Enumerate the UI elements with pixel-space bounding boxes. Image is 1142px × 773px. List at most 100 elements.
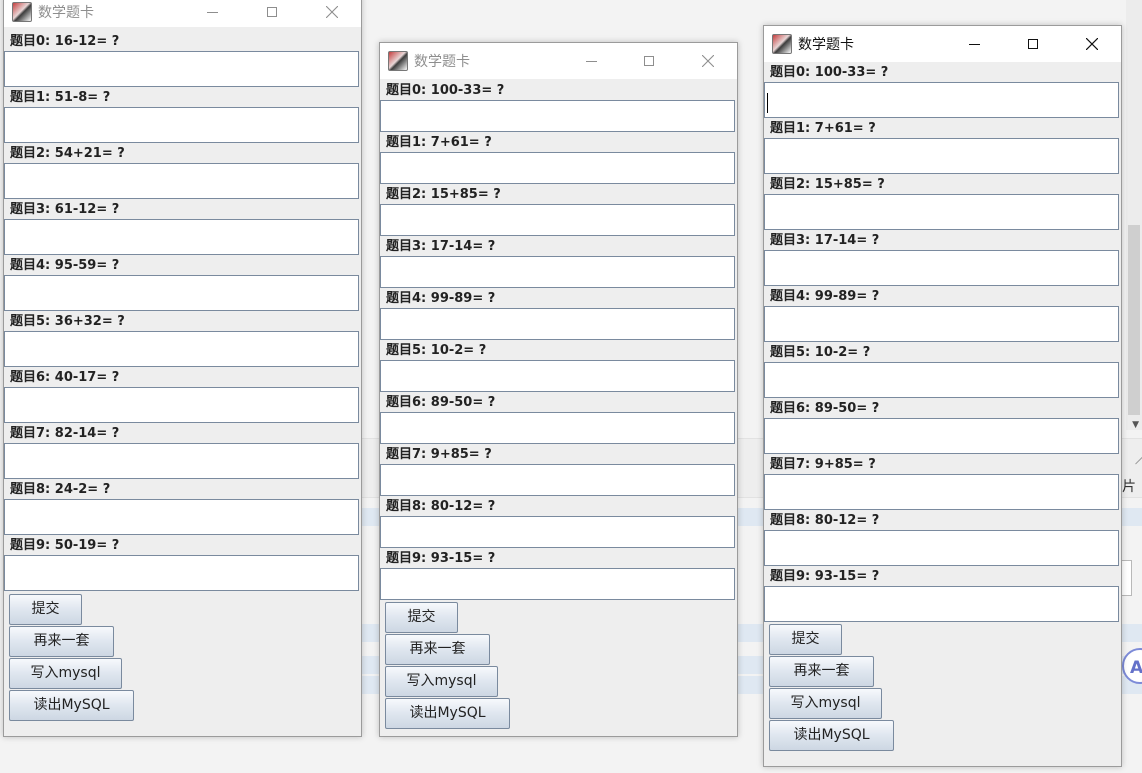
question-label: 题目2: 15+85= ?	[770, 177, 885, 192]
background-scrollbar-thumb[interactable]	[1128, 225, 1140, 415]
answer-input[interactable]	[4, 499, 359, 535]
answer-input[interactable]	[4, 387, 359, 423]
answer-input[interactable]	[764, 82, 1119, 118]
question-label: 题目6: 89-50= ?	[386, 395, 496, 410]
submit-button[interactable]: 提交	[9, 594, 82, 625]
close-icon[interactable]	[1069, 29, 1115, 59]
question-label: 题目1: 7+61= ?	[770, 121, 876, 136]
maximize-icon[interactable]	[626, 46, 672, 76]
answer-input[interactable]	[380, 568, 735, 600]
answer-input[interactable]	[764, 250, 1119, 286]
window-title: 数学题卡	[414, 54, 470, 70]
minimize-icon[interactable]	[568, 46, 614, 76]
answer-input[interactable]	[380, 516, 735, 548]
button-group: 提交 再来一套 写入mysql 读出MySQL	[4, 591, 361, 721]
title-bar[interactable]: 数学题卡	[764, 26, 1121, 62]
read-mysql-button[interactable]: 读出MySQL	[9, 690, 134, 721]
question-label: 题目0: 100-33= ?	[386, 83, 505, 98]
answer-input[interactable]	[380, 464, 735, 496]
write-mysql-button[interactable]: 写入mysql	[385, 666, 498, 697]
question-label: 题目8: 80-12= ?	[770, 513, 880, 528]
answer-input[interactable]	[764, 138, 1119, 174]
title-bar[interactable]: 数学题卡	[380, 43, 737, 79]
question-label: 题目5: 36+32= ?	[10, 314, 125, 329]
answer-input[interactable]	[764, 306, 1119, 342]
math-card-window-3: 数学题卡 题目0: 100-33= ? 题目1: 7+61= ? 题目2: 15…	[763, 25, 1122, 767]
new-set-button[interactable]: 再来一套	[9, 626, 114, 657]
answer-input[interactable]	[764, 530, 1119, 566]
question-list: 题目0: 100-33= ? 题目1: 7+61= ? 题目2: 15+85= …	[764, 62, 1121, 622]
java-app-icon	[772, 34, 792, 54]
minimize-icon[interactable]	[951, 29, 997, 59]
close-icon[interactable]	[685, 46, 731, 76]
answer-input[interactable]	[4, 275, 359, 311]
question-list: 题目0: 100-33= ? 题目1: 7+61= ? 题目2: 15+85= …	[380, 80, 737, 600]
answer-input[interactable]	[4, 51, 359, 87]
answer-input[interactable]	[380, 256, 735, 288]
submit-button[interactable]: 提交	[769, 624, 842, 655]
background-partial-text: 片	[1122, 479, 1136, 495]
question-label: 题目0: 16-12= ?	[10, 34, 120, 49]
math-card-window-1: 数学题卡 题目0: 16-12= ? 题目1: 51-8= ? 题目2: 54+…	[3, 0, 362, 737]
answer-input[interactable]	[4, 163, 359, 199]
answer-input[interactable]	[4, 555, 359, 591]
new-set-button[interactable]: 再来一套	[385, 634, 490, 665]
question-label: 题目3: 61-12= ?	[10, 202, 120, 217]
answer-input[interactable]	[380, 204, 735, 236]
title-bar[interactable]: 数学题卡	[4, 0, 361, 27]
question-list: 题目0: 16-12= ? 题目1: 51-8= ? 题目2: 54+21= ?…	[4, 31, 361, 591]
maximize-icon[interactable]	[249, 0, 295, 27]
question-label: 题目6: 40-17= ?	[10, 370, 120, 385]
answer-input[interactable]	[380, 308, 735, 340]
question-label: 题目7: 82-14= ?	[10, 426, 120, 441]
window-title: 数学题卡	[798, 37, 854, 53]
java-app-icon	[388, 51, 408, 71]
question-label: 题目5: 10-2= ?	[386, 343, 487, 358]
java-app-icon	[12, 2, 32, 22]
question-label: 题目2: 15+85= ?	[386, 187, 501, 202]
question-label: 题目6: 89-50= ?	[770, 401, 880, 416]
question-label: 题目9: 50-19= ?	[10, 538, 120, 553]
math-card-window-2: 数学题卡 题目0: 100-33= ? 题目1: 7+61= ? 题目2: 15…	[379, 42, 738, 737]
read-mysql-button[interactable]: 读出MySQL	[769, 720, 894, 751]
answer-input[interactable]	[380, 152, 735, 184]
button-group: 提交 再来一套 写入mysql 读出MySQL	[380, 600, 737, 729]
answer-input[interactable]	[380, 412, 735, 444]
maximize-icon[interactable]	[1010, 29, 1056, 59]
question-label: 题目4: 95-59= ?	[10, 258, 120, 273]
answer-input[interactable]	[764, 194, 1119, 230]
answer-input[interactable]	[764, 418, 1119, 454]
write-mysql-button[interactable]: 写入mysql	[9, 658, 122, 689]
question-label: 题目7: 9+85= ?	[386, 447, 492, 462]
answer-input[interactable]	[4, 219, 359, 255]
question-label: 题目1: 51-8= ?	[10, 90, 111, 105]
answer-input[interactable]	[764, 586, 1119, 622]
button-group: 提交 再来一套 写入mysql 读出MySQL	[764, 622, 1121, 751]
text-caret	[767, 93, 768, 113]
question-label: 题目8: 80-12= ?	[386, 499, 496, 514]
question-label: 题目4: 99-89= ?	[770, 289, 880, 304]
scroll-down-arrow-icon[interactable]: ▼	[1132, 420, 1139, 430]
question-label: 题目7: 9+85= ?	[770, 457, 876, 472]
answer-input[interactable]	[380, 360, 735, 392]
question-label: 题目3: 17-14= ?	[770, 233, 880, 248]
minimize-icon[interactable]	[189, 0, 235, 27]
question-label: 题目9: 93-15= ?	[386, 551, 496, 566]
window-title: 数学题卡	[38, 5, 94, 21]
write-mysql-button[interactable]: 写入mysql	[769, 688, 882, 719]
answer-input[interactable]	[764, 474, 1119, 510]
submit-button[interactable]: 提交	[385, 602, 458, 633]
answer-input[interactable]	[764, 362, 1119, 398]
answer-input[interactable]	[4, 331, 359, 367]
close-icon[interactable]	[309, 0, 355, 27]
answer-input[interactable]	[4, 107, 359, 143]
question-label: 题目0: 100-33= ?	[770, 65, 889, 80]
answer-input[interactable]	[4, 443, 359, 479]
question-label: 题目5: 10-2= ?	[770, 345, 871, 360]
question-label: 题目2: 54+21= ?	[10, 146, 125, 161]
question-label: 题目4: 99-89= ?	[386, 291, 496, 306]
question-label: 题目1: 7+61= ?	[386, 135, 492, 150]
read-mysql-button[interactable]: 读出MySQL	[385, 698, 510, 729]
answer-input[interactable]	[380, 100, 735, 132]
new-set-button[interactable]: 再来一套	[769, 656, 874, 687]
